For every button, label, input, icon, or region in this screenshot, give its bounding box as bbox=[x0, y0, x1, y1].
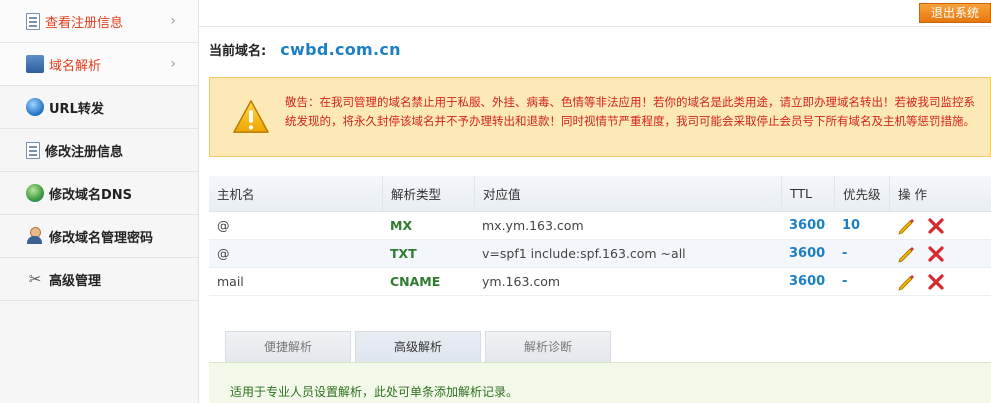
user-key-icon bbox=[26, 227, 44, 245]
sidebar-item-dns-resolution[interactable]: 域名解析 › bbox=[0, 43, 198, 86]
warning-text: 敬告：在我司管理的域名禁止用于私服、外挂、病毒、色情等非法应用！若你的域名是此类… bbox=[285, 95, 975, 128]
warning-box: 敬告：在我司管理的域名禁止用于私服、外挂、病毒、色情等非法应用！若你的域名是此类… bbox=[209, 77, 991, 157]
table-header: 主机名 解析类型 对应值 TTL 优先级 操 作 bbox=[209, 176, 991, 212]
edit-pencil-icon[interactable] bbox=[897, 273, 915, 291]
record-host: @ bbox=[217, 246, 230, 261]
record-priority: 10 bbox=[842, 218, 861, 233]
sidebar-item-label: 修改域名DNS bbox=[49, 187, 133, 203]
sidebar-item-label: 修改域名管理密码 bbox=[49, 230, 154, 246]
logout-button[interactable]: 退出系统 bbox=[919, 3, 991, 23]
tab-resolution-diagnosis[interactable]: 解析诊断 bbox=[485, 331, 611, 362]
warning-icon bbox=[233, 100, 269, 133]
column-header-type: 解析类型 bbox=[382, 176, 474, 211]
resolution-tabs: 便捷解析 高级解析 解析诊断 bbox=[225, 331, 615, 362]
column-header-actions: 操 作 bbox=[889, 176, 991, 211]
record-host: mail bbox=[217, 274, 244, 289]
record-value: v=spf1 include:spf.163.com ~all bbox=[482, 246, 686, 261]
delete-x-icon[interactable] bbox=[927, 273, 945, 291]
record-priority: - bbox=[842, 246, 848, 261]
chevron-right-icon: › bbox=[170, 56, 176, 72]
sidebar-item-label: 高级管理 bbox=[49, 273, 102, 289]
record-value: mx.ym.163.com bbox=[482, 218, 584, 233]
record-priority: - bbox=[842, 274, 848, 289]
tab-advanced-resolution[interactable]: 高级解析 bbox=[355, 331, 481, 362]
sidebar-item-advanced[interactable]: ✂ 高级管理 bbox=[0, 258, 198, 301]
sidebar-item-label: URL转发 bbox=[49, 101, 104, 117]
record-value: ym.163.com bbox=[482, 274, 561, 289]
sidebar-item-label: 修改注册信息 bbox=[45, 144, 124, 160]
record-host: @ bbox=[217, 218, 230, 233]
record-type: TXT bbox=[390, 246, 417, 261]
edit-pencil-icon[interactable] bbox=[897, 245, 915, 263]
record-ttl: 3600 bbox=[789, 218, 826, 233]
tools-icon: ✂ bbox=[28, 270, 42, 288]
tab-panel: 适用于专业人员设置解析，此处可单条添加解析记录。 bbox=[209, 362, 991, 403]
delete-x-icon[interactable] bbox=[927, 245, 945, 263]
table-row: @ MX mx.ym.163.com 3600 10 bbox=[209, 212, 991, 240]
globe-icon bbox=[26, 98, 44, 116]
dns-records-table: 主机名 解析类型 对应值 TTL 优先级 操 作 @ MX mx.ym.163.… bbox=[209, 176, 991, 296]
record-type: MX bbox=[390, 218, 413, 233]
record-type: CNAME bbox=[390, 274, 441, 289]
table-row: @ TXT v=spf1 include:spf.163.com ~all 36… bbox=[209, 240, 991, 268]
sidebar-item-label: 域名解析 bbox=[49, 58, 102, 74]
sidebar-item-view-registration[interactable]: 查看注册信息 › bbox=[0, 0, 198, 43]
sidebar-item-edit-registration[interactable]: 修改注册信息 bbox=[0, 129, 198, 172]
delete-x-icon[interactable] bbox=[927, 217, 945, 235]
top-bar: 退出系统 bbox=[199, 0, 991, 27]
domain-value: cwbd.com.cn bbox=[280, 40, 401, 59]
edit-document-icon bbox=[26, 141, 40, 159]
chevron-right-icon: › bbox=[170, 13, 176, 29]
column-header-ttl: TTL bbox=[781, 176, 834, 211]
column-header-host: 主机名 bbox=[217, 187, 255, 202]
column-header-priority: 优先级 bbox=[834, 176, 889, 211]
sidebar-item-label: 查看注册信息 bbox=[45, 15, 124, 31]
document-icon bbox=[26, 12, 40, 30]
column-header-value: 对应值 bbox=[474, 176, 781, 211]
record-ttl: 3600 bbox=[789, 246, 826, 261]
dns-icon bbox=[26, 55, 44, 73]
sidebar-item-url-forward[interactable]: URL转发 bbox=[0, 86, 198, 129]
sidebar-item-edit-dns[interactable]: 修改域名DNS bbox=[0, 172, 198, 215]
tab-quick-resolution[interactable]: 便捷解析 bbox=[225, 331, 351, 362]
tab-note: 适用于专业人员设置解析，此处可单条添加解析记录。 bbox=[230, 385, 519, 399]
table-row: mail CNAME ym.163.com 3600 - bbox=[209, 268, 991, 296]
edit-pencil-icon[interactable] bbox=[897, 217, 915, 235]
current-domain: 当前域名: cwbd.com.cn bbox=[209, 40, 401, 59]
globe-network-icon bbox=[26, 184, 44, 202]
domain-label: 当前域名: bbox=[209, 44, 267, 59]
record-ttl: 3600 bbox=[789, 274, 826, 289]
sidebar: 查看注册信息 › 域名解析 › URL转发 修改注册信息 修改域名DNS 修改域… bbox=[0, 0, 199, 403]
sidebar-item-edit-password[interactable]: 修改域名管理密码 bbox=[0, 215, 198, 258]
